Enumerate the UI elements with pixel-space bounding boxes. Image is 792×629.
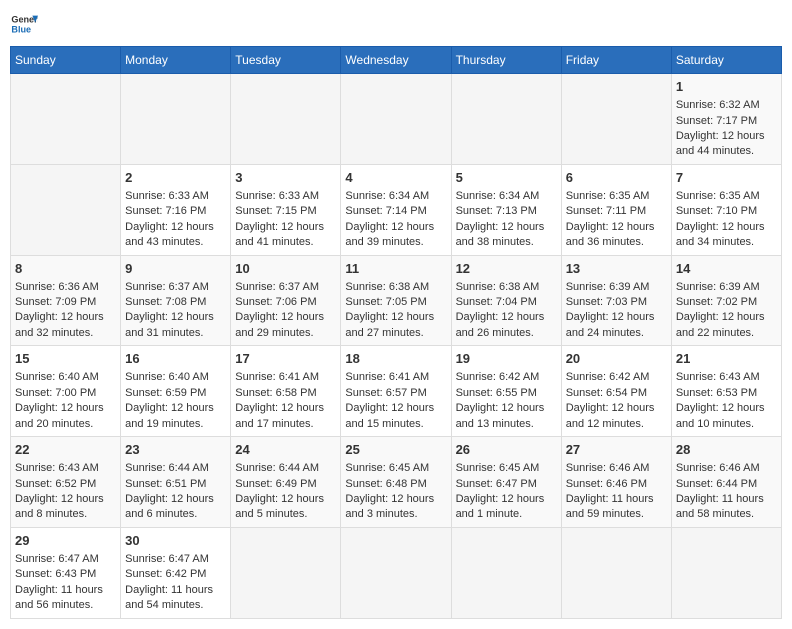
day-number: 2 — [125, 169, 226, 187]
calendar-week-row: 15Sunrise: 6:40 AMSunset: 7:00 PMDayligh… — [11, 346, 782, 437]
day-number: 11 — [345, 260, 446, 278]
day-number: 18 — [345, 350, 446, 368]
calendar-day-cell — [341, 527, 451, 618]
day-number: 23 — [125, 441, 226, 459]
svg-text:Blue: Blue — [11, 24, 31, 34]
calendar-day-cell: 1Sunrise: 6:32 AMSunset: 7:17 PMDaylight… — [671, 74, 781, 165]
day-number: 29 — [15, 532, 116, 550]
calendar-day-cell — [451, 74, 561, 165]
calendar-day-cell — [231, 527, 341, 618]
calendar-day-cell: 11Sunrise: 6:38 AMSunset: 7:05 PMDayligh… — [341, 255, 451, 346]
logo: General Blue — [10, 10, 38, 38]
calendar-day-cell: 16Sunrise: 6:40 AMSunset: 6:59 PMDayligh… — [121, 346, 231, 437]
calendar-day-cell — [341, 74, 451, 165]
calendar-week-row: 1Sunrise: 6:32 AMSunset: 7:17 PMDaylight… — [11, 74, 782, 165]
calendar-day-cell: 9Sunrise: 6:37 AMSunset: 7:08 PMDaylight… — [121, 255, 231, 346]
calendar-day-cell: 20Sunrise: 6:42 AMSunset: 6:54 PMDayligh… — [561, 346, 671, 437]
day-number: 20 — [566, 350, 667, 368]
day-number: 22 — [15, 441, 116, 459]
calendar-day-cell — [671, 527, 781, 618]
day-of-week-header: Sunday — [11, 47, 121, 74]
calendar-day-cell: 6Sunrise: 6:35 AMSunset: 7:11 PMDaylight… — [561, 164, 671, 255]
day-number: 25 — [345, 441, 446, 459]
calendar-day-cell — [451, 527, 561, 618]
day-number: 26 — [456, 441, 557, 459]
day-of-week-header: Monday — [121, 47, 231, 74]
day-of-week-header: Thursday — [451, 47, 561, 74]
calendar-week-row: 8Sunrise: 6:36 AMSunset: 7:09 PMDaylight… — [11, 255, 782, 346]
calendar-header-row: SundayMondayTuesdayWednesdayThursdayFrid… — [11, 47, 782, 74]
calendar-day-cell: 4Sunrise: 6:34 AMSunset: 7:14 PMDaylight… — [341, 164, 451, 255]
day-number: 21 — [676, 350, 777, 368]
day-of-week-header: Tuesday — [231, 47, 341, 74]
calendar-day-cell: 23Sunrise: 6:44 AMSunset: 6:51 PMDayligh… — [121, 437, 231, 528]
calendar-day-cell — [11, 164, 121, 255]
calendar-week-row: 29Sunrise: 6:47 AMSunset: 6:43 PMDayligh… — [11, 527, 782, 618]
day-number: 24 — [235, 441, 336, 459]
calendar-day-cell: 7Sunrise: 6:35 AMSunset: 7:10 PMDaylight… — [671, 164, 781, 255]
calendar-day-cell — [561, 527, 671, 618]
day-number: 10 — [235, 260, 336, 278]
day-number: 14 — [676, 260, 777, 278]
calendar-day-cell: 26Sunrise: 6:45 AMSunset: 6:47 PMDayligh… — [451, 437, 561, 528]
logo-icon: General Blue — [10, 10, 38, 38]
calendar-day-cell: 17Sunrise: 6:41 AMSunset: 6:58 PMDayligh… — [231, 346, 341, 437]
calendar-day-cell: 14Sunrise: 6:39 AMSunset: 7:02 PMDayligh… — [671, 255, 781, 346]
day-number: 19 — [456, 350, 557, 368]
day-number: 12 — [456, 260, 557, 278]
day-number: 30 — [125, 532, 226, 550]
day-of-week-header: Friday — [561, 47, 671, 74]
calendar-week-row: 2Sunrise: 6:33 AMSunset: 7:16 PMDaylight… — [11, 164, 782, 255]
day-number: 13 — [566, 260, 667, 278]
day-number: 27 — [566, 441, 667, 459]
day-number: 7 — [676, 169, 777, 187]
day-number: 6 — [566, 169, 667, 187]
calendar-day-cell: 19Sunrise: 6:42 AMSunset: 6:55 PMDayligh… — [451, 346, 561, 437]
calendar-day-cell — [561, 74, 671, 165]
day-number: 15 — [15, 350, 116, 368]
calendar-day-cell: 30Sunrise: 6:47 AMSunset: 6:42 PMDayligh… — [121, 527, 231, 618]
calendar-day-cell: 18Sunrise: 6:41 AMSunset: 6:57 PMDayligh… — [341, 346, 451, 437]
calendar-day-cell: 24Sunrise: 6:44 AMSunset: 6:49 PMDayligh… — [231, 437, 341, 528]
calendar-day-cell — [11, 74, 121, 165]
calendar-day-cell: 8Sunrise: 6:36 AMSunset: 7:09 PMDaylight… — [11, 255, 121, 346]
calendar-day-cell: 28Sunrise: 6:46 AMSunset: 6:44 PMDayligh… — [671, 437, 781, 528]
calendar-day-cell: 15Sunrise: 6:40 AMSunset: 7:00 PMDayligh… — [11, 346, 121, 437]
day-number: 17 — [235, 350, 336, 368]
calendar-day-cell: 5Sunrise: 6:34 AMSunset: 7:13 PMDaylight… — [451, 164, 561, 255]
calendar-day-cell: 2Sunrise: 6:33 AMSunset: 7:16 PMDaylight… — [121, 164, 231, 255]
day-number: 4 — [345, 169, 446, 187]
day-number: 5 — [456, 169, 557, 187]
day-number: 3 — [235, 169, 336, 187]
calendar-day-cell: 21Sunrise: 6:43 AMSunset: 6:53 PMDayligh… — [671, 346, 781, 437]
day-number: 8 — [15, 260, 116, 278]
calendar-day-cell: 29Sunrise: 6:47 AMSunset: 6:43 PMDayligh… — [11, 527, 121, 618]
calendar-day-cell: 13Sunrise: 6:39 AMSunset: 7:03 PMDayligh… — [561, 255, 671, 346]
calendar-day-cell: 22Sunrise: 6:43 AMSunset: 6:52 PMDayligh… — [11, 437, 121, 528]
day-number: 1 — [676, 78, 777, 96]
day-number: 28 — [676, 441, 777, 459]
day-of-week-header: Wednesday — [341, 47, 451, 74]
day-number: 16 — [125, 350, 226, 368]
calendar-day-cell — [231, 74, 341, 165]
calendar-table: SundayMondayTuesdayWednesdayThursdayFrid… — [10, 46, 782, 619]
day-number: 9 — [125, 260, 226, 278]
day-of-week-header: Saturday — [671, 47, 781, 74]
calendar-day-cell: 27Sunrise: 6:46 AMSunset: 6:46 PMDayligh… — [561, 437, 671, 528]
calendar-day-cell: 3Sunrise: 6:33 AMSunset: 7:15 PMDaylight… — [231, 164, 341, 255]
calendar-day-cell: 12Sunrise: 6:38 AMSunset: 7:04 PMDayligh… — [451, 255, 561, 346]
calendar-day-cell: 25Sunrise: 6:45 AMSunset: 6:48 PMDayligh… — [341, 437, 451, 528]
calendar-day-cell — [121, 74, 231, 165]
calendar-day-cell: 10Sunrise: 6:37 AMSunset: 7:06 PMDayligh… — [231, 255, 341, 346]
page-header: General Blue — [10, 10, 782, 38]
calendar-week-row: 22Sunrise: 6:43 AMSunset: 6:52 PMDayligh… — [11, 437, 782, 528]
